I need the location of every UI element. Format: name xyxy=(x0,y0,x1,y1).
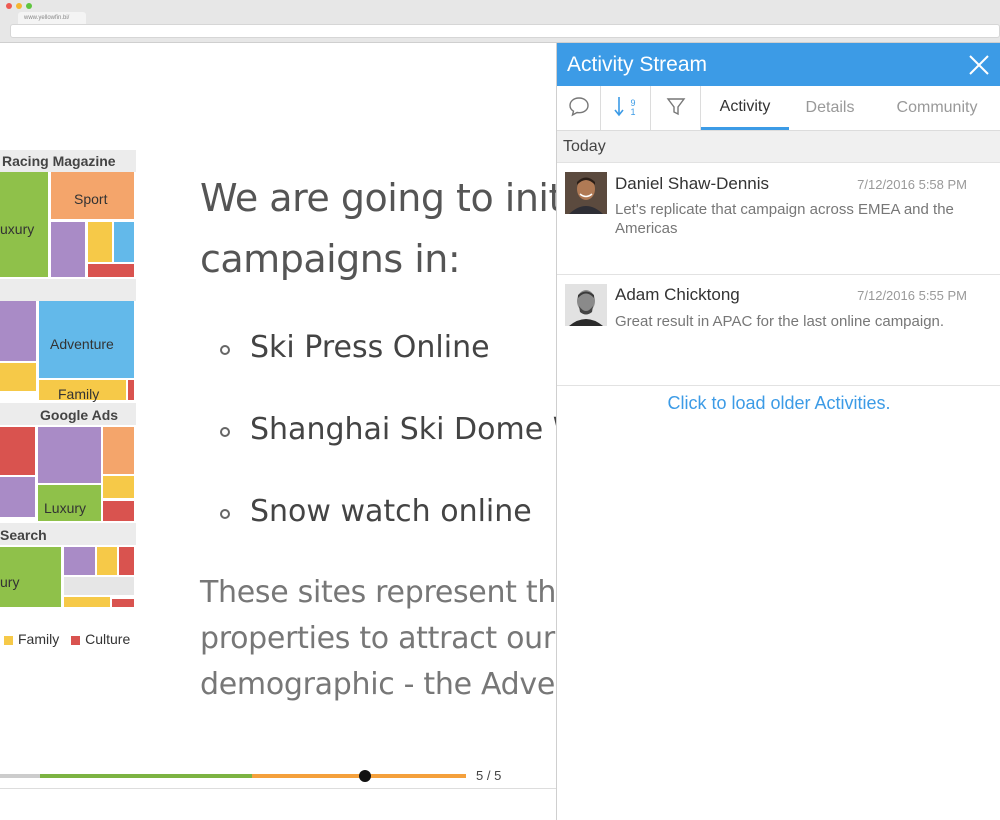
cell-red-5[interactable] xyxy=(119,547,134,575)
label-luxury: uxury xyxy=(0,221,35,237)
cell-purple-2[interactable] xyxy=(0,301,36,361)
activity-stream-panel: Activity Stream 9 1 Activity Details Com… xyxy=(556,43,1000,820)
minimize-window-dot[interactable] xyxy=(16,3,22,9)
slide-heading-line2: campaigns in: xyxy=(200,237,461,281)
label-luxury-3: ury xyxy=(0,574,20,590)
bullet-item-2: Shanghai Ski Dome W xyxy=(250,412,556,447)
activity-message: Let's replicate that campaign across EME… xyxy=(615,201,954,237)
slide-paragraph-line1: These sites represent the b xyxy=(200,575,556,610)
section-google-ads: Google Ads xyxy=(40,407,119,423)
progress-handle[interactable] xyxy=(359,770,371,782)
legend-swatch-family xyxy=(4,635,13,645)
activity-item[interactable]: Adam Chicktong 7/12/2016 5:55 PM Great r… xyxy=(557,275,1000,386)
cell-purple-4[interactable] xyxy=(38,427,101,483)
cell-orange-2[interactable] xyxy=(103,427,134,474)
section-search: Search xyxy=(0,527,47,543)
speech-bubble-icon xyxy=(568,95,590,122)
sort-button[interactable]: 9 1 xyxy=(601,86,651,130)
presentation-slide: Racing Magazine uxury Sport Adventure Fa… xyxy=(0,43,556,820)
progress-segment-green[interactable] xyxy=(40,774,252,778)
panel-toolbar: 9 1 Activity Details Community xyxy=(557,86,1000,131)
bullet-marker-1 xyxy=(220,345,230,355)
avatar[interactable] xyxy=(565,172,607,214)
address-bar[interactable] xyxy=(10,24,1000,38)
cell-red-1[interactable] xyxy=(88,264,134,277)
treemap-gap-1 xyxy=(0,279,136,301)
cell-purple-5[interactable] xyxy=(64,547,95,575)
slide-heading-line1: We are going to initi xyxy=(200,176,556,220)
panel-header: Activity Stream xyxy=(557,43,1000,86)
cell-yellow-3[interactable] xyxy=(103,476,134,498)
load-older-activities-link[interactable]: Click to load older Activities. xyxy=(557,393,1000,414)
tab-community[interactable]: Community xyxy=(877,86,997,130)
activity-message: Great result in APAC for the last online… xyxy=(615,313,945,330)
browser-chrome: www.yellowfin.bi/ xyxy=(0,0,1000,43)
close-icon[interactable] xyxy=(967,53,991,77)
legend-swatch-culture xyxy=(71,635,81,645)
cell-blue-1[interactable] xyxy=(114,222,134,262)
label-adventure: Adventure xyxy=(50,336,114,352)
cell-gray-1[interactable] xyxy=(64,577,134,595)
section-today: Today xyxy=(557,131,1000,163)
tab-url: www.yellowfin.bi/ xyxy=(24,15,70,21)
activity-item[interactable]: Daniel Shaw-Dennis 7/12/2016 5:58 PM Let… xyxy=(557,163,1000,275)
browser-tab[interactable]: www.yellowfin.bi/ xyxy=(18,12,86,24)
comment-button[interactable] xyxy=(557,86,601,130)
cell-yellow-1[interactable] xyxy=(88,222,112,262)
avatar[interactable] xyxy=(565,284,607,326)
activity-timestamp: 7/12/2016 5:55 PM xyxy=(857,288,967,303)
legend-item-family: Family xyxy=(4,631,59,647)
tab-activity[interactable]: Activity xyxy=(701,86,789,130)
cell-purple-1[interactable] xyxy=(51,222,85,277)
sort-badge: 9 1 xyxy=(630,98,636,117)
cell-red-3[interactable] xyxy=(0,427,35,475)
bullet-item-3: Snow watch online xyxy=(250,494,532,529)
slide-paragraph-line2: properties to attract our h xyxy=(200,621,556,656)
label-luxury-2: Luxury xyxy=(44,500,87,516)
label-family: Family xyxy=(58,386,100,402)
section-racing-magazine: Racing Magazine xyxy=(2,153,116,169)
filter-funnel-icon xyxy=(665,95,687,122)
tab-details[interactable]: Details xyxy=(789,86,871,130)
cell-red-2[interactable] xyxy=(128,380,134,400)
legend-item-culture: Culture xyxy=(71,631,130,647)
filter-button[interactable] xyxy=(651,86,701,130)
bullet-marker-3 xyxy=(220,509,230,519)
progress-segment-done[interactable] xyxy=(0,774,40,778)
treemap-legend: Family Culture xyxy=(4,631,130,647)
bullet-marker-2 xyxy=(220,427,230,437)
cell-yellow-4[interactable] xyxy=(97,547,117,575)
cell-red-4[interactable] xyxy=(103,501,134,521)
cell-purple-3[interactable] xyxy=(0,477,35,517)
label-sport: Sport xyxy=(74,191,108,207)
close-window-dot[interactable] xyxy=(6,3,12,9)
activity-author[interactable]: Daniel Shaw-Dennis xyxy=(615,174,769,194)
activity-timestamp: 7/12/2016 5:58 PM xyxy=(857,177,967,192)
page-indicator: 5 / 5 xyxy=(476,768,502,783)
slide-paragraph-line3: demographic - the Advent xyxy=(200,667,556,702)
activity-author[interactable]: Adam Chicktong xyxy=(615,285,740,305)
slide-footer-divider xyxy=(0,788,556,789)
bullet-item-1: Ski Press Online xyxy=(250,330,490,365)
cell-yellow-2[interactable] xyxy=(0,363,36,391)
cell-red-6[interactable] xyxy=(112,599,134,607)
maximize-window-dot[interactable] xyxy=(26,3,32,9)
cell-yellow-5[interactable] xyxy=(64,597,110,607)
panel-title: Activity Stream xyxy=(567,53,708,76)
section-today-label: Today xyxy=(563,138,606,155)
